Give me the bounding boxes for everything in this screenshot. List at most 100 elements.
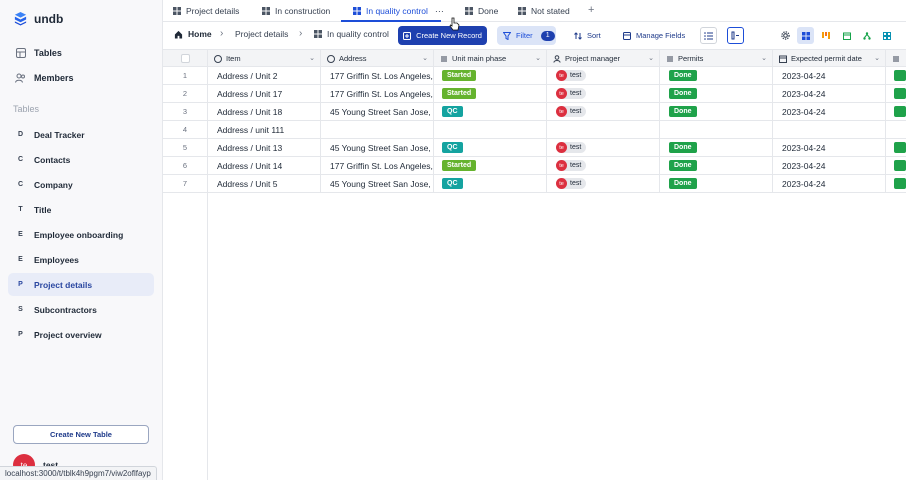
- table-row[interactable]: 2 Address / Unit 17 177 Griffin St. Los An…: [163, 85, 906, 103]
- cell-expected-permit-date[interactable]: 2023-04-24: [773, 157, 886, 174]
- toggle-panel-button[interactable]: [727, 27, 744, 44]
- cell-item[interactable]: Address / Unit 14: [208, 157, 321, 174]
- cell-project-manager[interactable]: [547, 121, 660, 138]
- cell-address[interactable]: 45 Young Street San Jose, C: [321, 139, 434, 156]
- sidebar-item-tables[interactable]: Tables: [8, 41, 154, 64]
- app-logo[interactable]: undb: [13, 11, 63, 26]
- cell-address[interactable]: 45 Young Street San Jose, C: [321, 103, 434, 120]
- tab-in-quality-control[interactable]: In quality control ···: [353, 0, 444, 22]
- column-header-unit-main-phase[interactable]: Unit main phase ⌄: [434, 50, 547, 67]
- sidebar-item-company[interactable]: C Company: [8, 173, 154, 196]
- cell-address[interactable]: 177 Griffin St. Los Angeles, C: [321, 67, 434, 84]
- cell-expected-permit-date[interactable]: [773, 121, 886, 138]
- select-all-cell[interactable]: [163, 50, 208, 67]
- cell-address[interactable]: 45 Young Street San Jose, C: [321, 175, 434, 192]
- row-number[interactable]: 5: [163, 139, 208, 156]
- sort-button[interactable]: Sort: [574, 26, 601, 45]
- cell-project-manager[interactable]: te test: [547, 103, 660, 120]
- row-number[interactable]: 3: [163, 103, 208, 120]
- cell-overflow[interactable]: [886, 175, 906, 192]
- sidebar-item-subcontractors[interactable]: S Subcontractors: [8, 298, 154, 321]
- gallery-view-button[interactable]: [878, 27, 895, 44]
- cell-overflow[interactable]: [886, 103, 906, 120]
- row-number[interactable]: 1: [163, 67, 208, 84]
- chevron-down-icon[interactable]: ⌄: [648, 54, 654, 62]
- sidebar-item-contacts[interactable]: C Contacts: [8, 148, 154, 171]
- cell-item[interactable]: Address / unit 111: [208, 121, 321, 138]
- cell-address[interactable]: 177 Griffin St. Los Angeles, C: [321, 157, 434, 174]
- tab-in-construction[interactable]: In construction: [262, 0, 330, 22]
- grid-view-button[interactable]: [797, 27, 814, 44]
- table-row[interactable]: 6 Address / Unit 14 177 Griffin St. Los An…: [163, 157, 906, 175]
- row-number[interactable]: 2: [163, 85, 208, 102]
- cell-address[interactable]: [321, 121, 434, 138]
- cell-overflow[interactable]: [886, 85, 906, 102]
- cell-project-manager[interactable]: te test: [547, 85, 660, 102]
- table-row[interactable]: 5 Address / Unit 13 45 Young Street San Jo…: [163, 139, 906, 157]
- sidebar-item-members[interactable]: Members: [8, 66, 154, 89]
- kanban-view-button[interactable]: [817, 27, 834, 44]
- cell-item[interactable]: Address / Unit 18: [208, 103, 321, 120]
- row-number[interactable]: 7: [163, 175, 208, 192]
- calendar-view-button[interactable]: [838, 27, 855, 44]
- cell-permits[interactable]: Done: [660, 157, 773, 174]
- cell-permits[interactable]: Done: [660, 67, 773, 84]
- cell-permits[interactable]: Done: [660, 85, 773, 102]
- cell-project-manager[interactable]: te test: [547, 139, 660, 156]
- cell-permits[interactable]: [660, 121, 773, 138]
- chevron-down-icon[interactable]: ⌄: [874, 54, 880, 62]
- add-view-icon[interactable]: +: [588, 4, 594, 16]
- cell-overflow[interactable]: [886, 67, 906, 84]
- cell-project-manager[interactable]: te test: [547, 157, 660, 174]
- cell-permits[interactable]: Done: [660, 103, 773, 120]
- table-row[interactable]: 3 Address / Unit 18 45 Young Street San Jo…: [163, 103, 906, 121]
- chevron-down-icon[interactable]: ⌄: [309, 54, 315, 62]
- tree-view-button[interactable]: [858, 27, 875, 44]
- row-height-button[interactable]: [700, 27, 717, 44]
- column-header-expected-permit-date[interactable]: Expected permit date ⌄: [773, 50, 886, 67]
- sidebar-item-employee-onboarding[interactable]: E Employee onboarding: [8, 223, 154, 246]
- cell-expected-permit-date[interactable]: 2023-04-24: [773, 103, 886, 120]
- select-all-checkbox[interactable]: [180, 54, 190, 63]
- cell-unit-main-phase[interactable]: [434, 121, 547, 138]
- cell-permits[interactable]: Done: [660, 139, 773, 156]
- breadcrumb-home[interactable]: Home: [174, 29, 212, 39]
- column-header-item[interactable]: Item ⌄: [208, 50, 321, 67]
- sidebar-item-title[interactable]: T Title: [8, 198, 154, 221]
- more-options-icon[interactable]: ···: [435, 6, 444, 16]
- breadcrumb-table[interactable]: Project details: [235, 29, 288, 39]
- sidebar-item-deal-tracker[interactable]: D Deal Tracker: [8, 123, 154, 146]
- row-number[interactable]: 6: [163, 157, 208, 174]
- manage-fields-button[interactable]: Manage Fields: [623, 26, 685, 45]
- cell-unit-main-phase[interactable]: Started: [434, 85, 547, 102]
- cell-item[interactable]: Address / Unit 2: [208, 67, 321, 84]
- cell-item[interactable]: Address / Unit 13: [208, 139, 321, 156]
- cell-item[interactable]: Address / Unit 5: [208, 175, 321, 192]
- settings-button[interactable]: [777, 27, 794, 44]
- table-row[interactable]: 4 Address / unit 111: [163, 121, 906, 139]
- cell-overflow[interactable]: [886, 139, 906, 156]
- cell-permits[interactable]: Done: [660, 175, 773, 192]
- cell-address[interactable]: 177 Griffin St. Los Angeles, C: [321, 85, 434, 102]
- cell-expected-permit-date[interactable]: 2023-04-24: [773, 85, 886, 102]
- cell-item[interactable]: Address / Unit 17: [208, 85, 321, 102]
- cell-unit-main-phase[interactable]: QC: [434, 103, 547, 120]
- cell-unit-main-phase[interactable]: QC: [434, 139, 547, 156]
- cell-unit-main-phase[interactable]: Started: [434, 67, 547, 84]
- column-header-project-manager[interactable]: Project manager ⌄: [547, 50, 660, 67]
- cell-unit-main-phase[interactable]: QC: [434, 175, 547, 192]
- cell-expected-permit-date[interactable]: 2023-04-24: [773, 67, 886, 84]
- table-row[interactable]: 7 Address / Unit 5 45 Young Street San Jos…: [163, 175, 906, 193]
- cell-expected-permit-date[interactable]: 2023-04-24: [773, 139, 886, 156]
- cell-overflow[interactable]: [886, 121, 906, 138]
- sidebar-item-project-details[interactable]: P Project details: [8, 273, 154, 296]
- table-row[interactable]: 1 Address / Unit 2 177 Griffin St. Los Ang…: [163, 67, 906, 85]
- cell-overflow[interactable]: [886, 157, 906, 174]
- tab-project-details[interactable]: Project details: [173, 0, 239, 22]
- cell-project-manager[interactable]: te test: [547, 67, 660, 84]
- column-header-overflow[interactable]: [886, 50, 906, 67]
- chevron-down-icon[interactable]: ⌄: [535, 54, 541, 62]
- create-table-button[interactable]: Create New Table: [13, 425, 149, 444]
- column-header-address[interactable]: Address ⌄: [321, 50, 434, 67]
- create-record-button[interactable]: Create New Record: [398, 26, 487, 45]
